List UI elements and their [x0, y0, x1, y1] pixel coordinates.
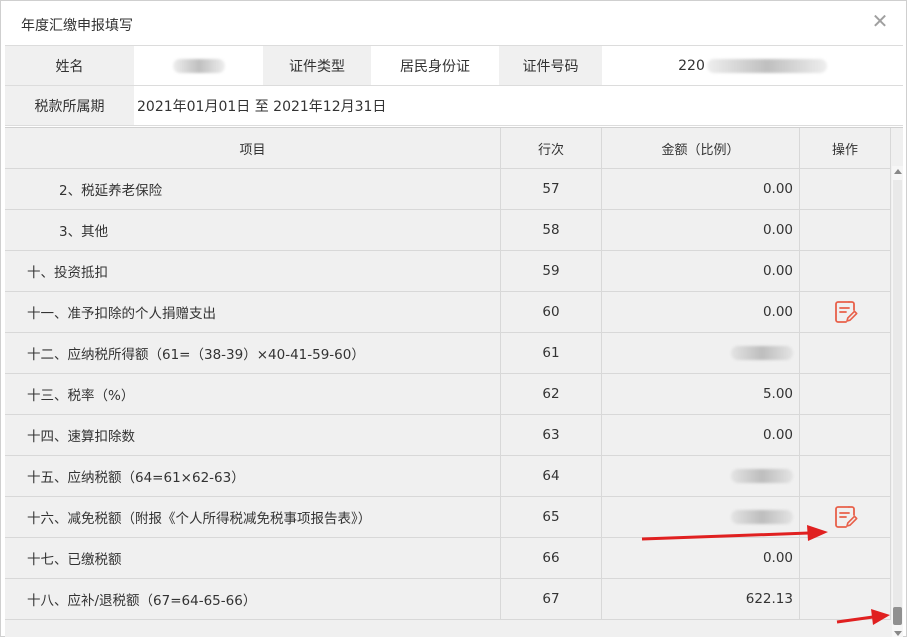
- row-amount: 0.00: [602, 415, 800, 455]
- row-action: [800, 538, 891, 578]
- redacted-amount: [731, 469, 793, 483]
- row-action: [800, 251, 891, 291]
- row-item-label: 十七、已缴税额: [5, 538, 501, 578]
- row-item-label: 十五、应纳税额（64=61×62-63）: [5, 456, 501, 496]
- redacted-name: [172, 58, 225, 73]
- row-action: [800, 456, 891, 496]
- period-label: 税款所属期: [5, 86, 134, 125]
- table-row: 十七、已缴税额 66 0.00: [5, 538, 891, 579]
- row-action: [800, 497, 891, 537]
- row-amount: 0.00: [602, 210, 800, 250]
- name-value: [134, 46, 263, 85]
- id-type-label: 证件类型: [263, 46, 371, 85]
- id-number-prefix: 220: [678, 57, 705, 74]
- table-row: 十八、应补/退税额（67=64-65-66） 67 622.13: [5, 579, 891, 620]
- header-item: 项目: [5, 128, 501, 168]
- dialog-titlebar: 年度汇缴申报填写 ✕: [1, 1, 906, 45]
- row-amount: 0.00: [602, 292, 800, 332]
- id-type-value: 居民身份证: [371, 46, 499, 85]
- row-number: 63: [501, 415, 602, 455]
- row-action: [800, 169, 891, 209]
- table-row: 2、税延养老保险 57 0.00: [5, 169, 891, 210]
- row-number: 67: [501, 579, 602, 619]
- row-action: [800, 374, 891, 414]
- table-row: 十、投资抵扣 59 0.00: [5, 251, 891, 292]
- scroll-thumb[interactable]: [893, 607, 902, 625]
- table-row: 十四、速算扣除数 63 0.00: [5, 415, 891, 456]
- row-amount: 0.00: [602, 169, 800, 209]
- period-row: 税款所属期 2021年01月01日 至 2021年12月31日: [5, 86, 903, 126]
- table-row: 十二、应纳税所得额（61=（38-39）×40-41-59-60） 61: [5, 333, 891, 374]
- row-number: 65: [501, 497, 602, 537]
- row-item-label: 十一、准予扣除的个人捐赠支出: [5, 292, 501, 332]
- redacted-id-number: [706, 58, 827, 73]
- row-action: [800, 415, 891, 455]
- row-number: 66: [501, 538, 602, 578]
- row-amount: 5.00: [602, 374, 800, 414]
- row-amount: 622.13: [602, 579, 800, 619]
- row-item-label: 十六、减免税额（附报《个人所得税减免税事项报告表》）: [5, 497, 501, 537]
- row-number: 60: [501, 292, 602, 332]
- row-number: 57: [501, 169, 602, 209]
- header-row: 行次: [501, 128, 602, 168]
- edit-document-icon[interactable]: [832, 299, 858, 325]
- row-number: 64: [501, 456, 602, 496]
- row-item-label: 十八、应补/退税额（67=64-65-66）: [5, 579, 501, 619]
- dialog-title: 年度汇缴申报填写: [21, 18, 133, 34]
- redacted-amount: [731, 510, 793, 524]
- row-action: [800, 210, 891, 250]
- row-amount: [602, 333, 800, 373]
- row-number: 62: [501, 374, 602, 414]
- row-action: [800, 333, 891, 373]
- edit-document-icon[interactable]: [832, 504, 858, 530]
- redacted-amount: [731, 346, 793, 360]
- row-action: [800, 579, 891, 619]
- row-amount: 0.00: [602, 251, 800, 291]
- row-amount: [602, 456, 800, 496]
- row-item-label: 十四、速算扣除数: [5, 415, 501, 455]
- row-number: 59: [501, 251, 602, 291]
- taxpayer-info-row: 姓名 证件类型 居民身份证 证件号码 220: [5, 46, 903, 86]
- row-action: [800, 292, 891, 332]
- row-number: 58: [501, 210, 602, 250]
- row-amount: [602, 497, 800, 537]
- taxpayer-info-grid: 姓名 证件类型 居民身份证 证件号码 220 税款所属期 2021年01月01日…: [5, 45, 903, 126]
- scroll-down-arrow-icon[interactable]: [894, 631, 902, 636]
- table-header: 项目 行次 金额（比例） 操作: [5, 128, 891, 169]
- table-row: 十五、应纳税额（64=61×62-63） 64: [5, 456, 891, 497]
- table-body: 2、税延养老保险 57 0.00 3、其他 58 0.00 十、投资抵扣 59 0.00 十一、准…: [5, 169, 891, 620]
- filing-table: 项目 行次 金额（比例） 操作 2、税延养老保险 57 0.00 3、其他 58 0.00…: [5, 127, 903, 637]
- annual-filing-dialog: 年度汇缴申报填写 ✕ 姓名 证件类型 居民身份证 证件号码 220 税款所属期 …: [0, 0, 907, 637]
- table-row: 十一、准予扣除的个人捐赠支出 60 0.00: [5, 292, 891, 333]
- row-amount: 0.00: [602, 538, 800, 578]
- table-row: 十六、减免税额（附报《个人所得税减免税事项报告表》） 65: [5, 497, 891, 538]
- row-item-label: 3、其他: [5, 210, 501, 250]
- table-row: 十三、税率（%） 62 5.00: [5, 374, 891, 415]
- close-icon[interactable]: ✕: [868, 9, 892, 33]
- scroll-up-arrow-icon[interactable]: [894, 169, 902, 174]
- header-amount: 金额（比例）: [602, 128, 800, 168]
- id-number-label: 证件号码: [499, 46, 602, 85]
- scroll-track[interactable]: [893, 180, 902, 620]
- row-item-label: 2、税延养老保险: [5, 169, 501, 209]
- row-number: 61: [501, 333, 602, 373]
- name-label: 姓名: [5, 46, 134, 85]
- row-item-label: 十三、税率（%）: [5, 374, 501, 414]
- row-item-label: 十二、应纳税所得额（61=（38-39）×40-41-59-60）: [5, 333, 501, 373]
- header-action: 操作: [800, 128, 891, 168]
- id-number-value: 220: [602, 46, 903, 85]
- period-value: 2021年01月01日 至 2021年12月31日: [134, 86, 903, 125]
- row-item-label: 十、投资抵扣: [5, 251, 501, 291]
- table-row: 3、其他 58 0.00: [5, 210, 891, 251]
- vertical-scrollbar[interactable]: [892, 166, 903, 637]
